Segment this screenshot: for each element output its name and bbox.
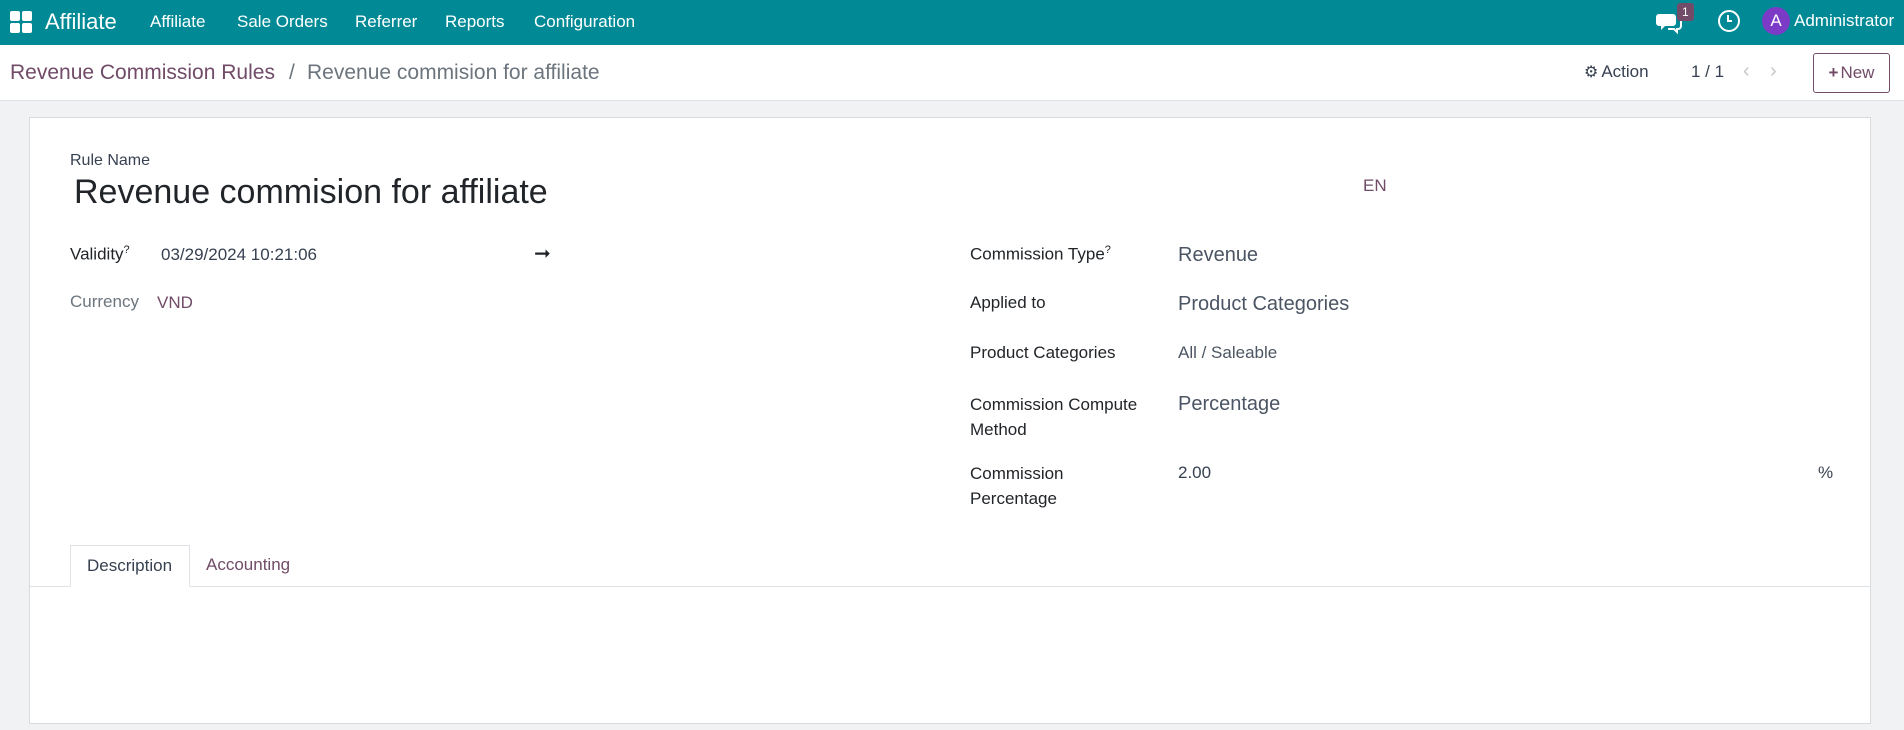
plus-icon: + [1828, 63, 1839, 82]
app-name[interactable]: Affiliate [45, 9, 117, 35]
apps-menu-icon[interactable] [10, 11, 32, 33]
rule-name-input[interactable]: Revenue commision for affiliate [74, 173, 548, 212]
validity-start-input[interactable]: 03/29/2024 10:21:06 [161, 245, 317, 265]
breadcrumb-parent-link[interactable]: Revenue Commission Rules [10, 61, 275, 85]
currency-label: Currency [70, 292, 139, 311]
rule-name-label: Rule Name [70, 152, 151, 169]
tab-accounting[interactable]: Accounting [190, 545, 306, 587]
menu-referrer[interactable]: Referrer [355, 12, 417, 32]
commission-percentage-label: Commission Percentage [970, 464, 1064, 508]
language-toggle[interactable]: EN [1363, 176, 1387, 196]
messages-count-badge: 1 [1677, 3, 1694, 21]
new-button[interactable]: + New [1813, 53, 1890, 93]
applied-to-select[interactable]: Product Categories [1178, 293, 1349, 316]
menu-reports[interactable]: Reports [445, 12, 505, 32]
pager-value[interactable]: 1 / 1 [1691, 62, 1724, 82]
compute-method-select[interactable]: Percentage [1178, 393, 1280, 416]
compute-method-label: Commission Compute Method [970, 395, 1138, 439]
currency-link[interactable]: VND [157, 293, 193, 313]
top-navbar: Affiliate Affiliate Sale Orders Referrer… [0, 0, 1904, 45]
action-label: Action [1601, 62, 1649, 81]
user-name[interactable]: Administrator [1794, 11, 1894, 31]
pager-next-icon[interactable]: › [1770, 60, 1777, 83]
activity-clock-icon[interactable] [1718, 10, 1740, 32]
user-avatar[interactable]: A [1762, 7, 1790, 35]
tab-description[interactable]: Description [70, 545, 190, 587]
menu-sale-orders[interactable]: Sale Orders [237, 12, 328, 32]
menu-affiliate[interactable]: Affiliate [150, 12, 205, 32]
control-panel: Revenue Commission Rules / Revenue commi… [0, 45, 1904, 101]
percent-sign: % [1818, 463, 1834, 482]
menu-configuration[interactable]: Configuration [534, 12, 635, 32]
help-tooltip-icon[interactable]: ? [124, 244, 130, 256]
applied-to-label: Applied to [970, 293, 1046, 312]
arrow-right-icon: ➞ [534, 243, 551, 265]
breadcrumb-current: Revenue commision for affiliate [307, 61, 600, 84]
commission-type-select[interactable]: Revenue [1178, 244, 1258, 267]
commission-type-label: Commission Type? [970, 244, 1111, 264]
new-button-label: New [1840, 63, 1875, 82]
commission-percentage-input[interactable]: 2.00 [1178, 463, 1211, 483]
validity-label: Validity? [70, 244, 130, 264]
form-sheet: Rule Name Revenue commision for affiliat… [29, 117, 1871, 724]
gear-icon: ⚙ [1584, 64, 1599, 81]
action-menu-button[interactable]: ⚙ Action [1584, 62, 1649, 82]
help-tooltip-icon[interactable]: ? [1105, 244, 1111, 256]
breadcrumb-separator: / [289, 61, 295, 84]
pager-previous-icon[interactable]: ‹ [1743, 60, 1750, 83]
product-categories-label: Product Categories [970, 343, 1116, 362]
product-categories-field[interactable]: All / Saleable [1178, 343, 1277, 363]
